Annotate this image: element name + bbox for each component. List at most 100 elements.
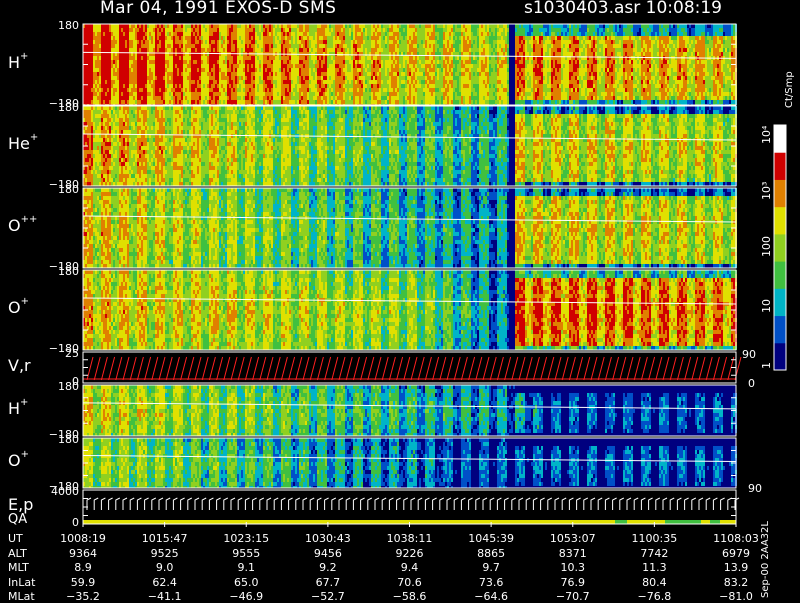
table-cell: 1023:15 [218,532,274,545]
spectrogram-figure [0,0,800,600]
table-row-label: MLat [8,590,35,603]
right-axis-tick: 90 [748,482,762,495]
table-cell: 8371 [545,547,601,560]
table-cell: 1008:19 [55,532,111,545]
panel-label-text: H [8,53,20,72]
y-max-tick: 25 [39,347,79,360]
table-cell: 65.0 [218,576,274,589]
table-cell: −35.2 [55,590,111,603]
table-cell: 1015:47 [137,532,193,545]
table-cell: 80.4 [626,576,682,589]
table-cell: 8865 [463,547,519,560]
colorbar-segment [774,343,786,371]
table-row-label: UT [8,532,23,545]
table-cell: 9364 [55,547,111,560]
heatmap-cells [83,270,737,350]
colorbar-tick-label: 1 [760,362,773,369]
table-cell: −46.9 [218,590,274,603]
table-cell: 9456 [300,547,356,560]
panel-label-text: H [8,399,20,418]
heatmap-cells [83,24,737,105]
table-cell: 1038:11 [382,532,438,545]
table-cell: −64.6 [463,590,519,603]
table-cell: 59.9 [55,576,111,589]
y-max-tick: 180 [39,183,79,196]
panel-label-text: O [8,298,21,317]
table-cell: 9.2 [300,561,356,574]
table-cell: 83.2 [708,576,764,589]
right-axis-tick: 0 [748,377,755,390]
table-cell: 8.9 [55,561,111,574]
table-cell: 1045:39 [463,532,519,545]
table-cell: 1053:07 [545,532,601,545]
table-cell: 70.6 [382,576,438,589]
table-cell: 1100:35 [626,532,682,545]
panel-sublabel: QA [8,512,27,527]
panel-label-text: He [8,134,30,153]
table-cell: 9.4 [382,561,438,574]
y-max-tick: 180 [39,433,79,446]
table-cell: 13.9 [708,561,764,574]
y-max-tick: 180 [39,101,79,114]
panel-label-text: O [8,216,21,235]
colorbar-tick-label: 10⁴ [760,126,773,144]
panel-label-charge: + [20,397,28,408]
colorbar-segment [774,179,786,207]
panel-label-charge: ++ [21,214,38,225]
colorbar-tick-label: 10 [760,299,773,313]
colorbar-unit: Ct/Smp [784,71,795,108]
colorbar-segment [774,125,786,153]
panel-label-charge: + [20,51,28,62]
qa-bar-flag [615,520,627,524]
colorbar-tick-label: 10³ [760,182,773,200]
table-row-label: InLat [8,576,35,589]
panel-label: H+ [8,399,28,418]
table-cell: 9555 [218,547,274,560]
panel-label: O++ [8,216,37,235]
plot-title: Mar 04, 1991 EXOS-D SMS [100,0,336,17]
panel-label: He+ [8,134,38,153]
table-cell: 10.3 [545,561,601,574]
table-cell: 1030:43 [300,532,356,545]
colorbar-segment [774,234,786,262]
panel-label-text: V,r [8,356,31,375]
heatmap-cells [83,188,737,268]
colorbar-segment [774,261,786,289]
panel-label: O+ [8,298,29,317]
table-cell: 9.7 [463,561,519,574]
qa-bar-flag [665,520,701,524]
table-cell: 9226 [382,547,438,560]
colorbar-segment [774,207,786,235]
heatmap-cells [83,106,737,186]
panel-label-text: O [8,451,21,470]
colorbar-segment [774,152,786,180]
colorbar-segment [774,316,786,344]
table-cell: 62.4 [137,576,193,589]
panel-label: O+ [8,451,29,470]
qa-bar-flag [710,520,720,524]
y-max-tick: 180 [39,380,79,393]
table-cell: −81.0 [708,590,764,603]
table-cell: 6979 [708,547,764,560]
file-info: s1030403.asr 10:08:19 [524,0,722,17]
table-cell: −70.7 [545,590,601,603]
table-cell: 9.0 [137,561,193,574]
table-cell: 67.7 [300,576,356,589]
table-cell: 76.9 [545,576,601,589]
colorbar-segment [774,288,786,316]
table-cell: 73.6 [463,576,519,589]
y-min-tick: 0 [39,516,79,529]
y-max-tick: 180 [39,19,79,32]
panel-label-charge: + [21,449,29,460]
panel-label: H+ [8,53,28,72]
table-row-label: MLT [8,561,29,574]
y-max-tick: 180 [39,265,79,278]
y-max-tick: 4000 [39,485,79,498]
right-axis-tick: 90 [742,348,756,361]
colorbar-tick-label: 100 [760,236,773,257]
table-cell: 7742 [626,547,682,560]
table-cell: −58.6 [382,590,438,603]
table-cell: 9525 [137,547,193,560]
table-cell: 11.3 [626,561,682,574]
table-cell: 1108:03 [708,532,764,545]
